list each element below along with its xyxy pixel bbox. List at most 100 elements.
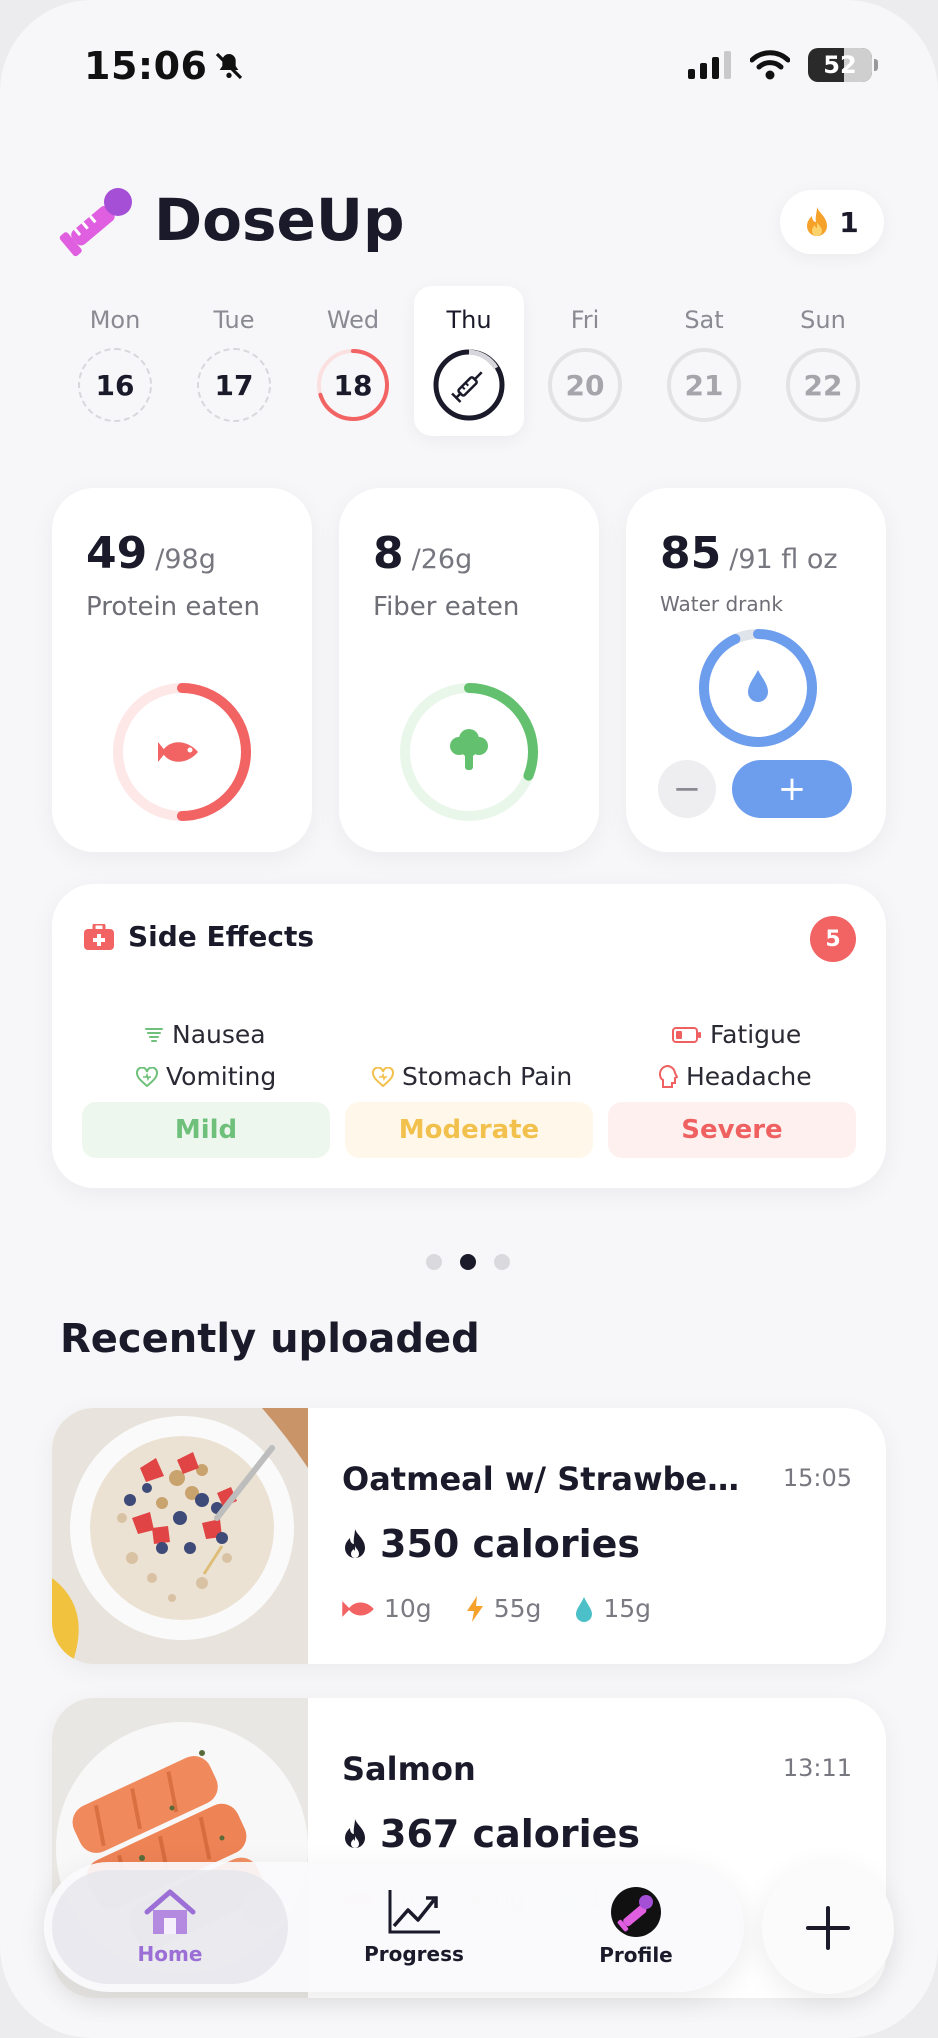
day-date: 17 <box>197 348 271 422</box>
severity-severe[interactable]: Severe <box>608 1102 856 1158</box>
add-button[interactable] <box>762 1862 894 1994</box>
day-fri[interactable]: Fri 20 <box>530 286 640 436</box>
day-date: 16 <box>78 348 152 422</box>
page-dot-active[interactable] <box>460 1254 476 1270</box>
streak-badge[interactable]: 1 <box>780 190 884 254</box>
water-card: 85 /91 fl oz Water drank − + <box>626 488 886 852</box>
flame-icon <box>345 1529 365 1558</box>
side-effects-header: Side Effects <box>84 920 314 953</box>
day-date: 20 <box>548 348 622 422</box>
water-decrease-button[interactable]: − <box>658 760 716 818</box>
page-indicator[interactable] <box>426 1254 510 1270</box>
day-date: 22 <box>786 348 860 422</box>
profile-avatar-icon <box>611 1887 661 1937</box>
plus-icon <box>806 1906 850 1950</box>
macro-carbs: 55g <box>466 1594 542 1623</box>
tornado-icon <box>145 1027 163 1042</box>
app-header: DoseUp 1 <box>54 180 884 266</box>
fish-icon <box>158 742 198 762</box>
macro-value: 10g <box>384 1594 432 1623</box>
wifi-icon <box>750 50 790 80</box>
day-name: Fri <box>570 306 600 334</box>
macro-protein: 10g <box>342 1594 432 1623</box>
page-dot[interactable] <box>494 1254 510 1270</box>
trend-chart-icon <box>388 1890 440 1934</box>
syringe-icon <box>451 371 483 403</box>
nav-progress-label: Progress <box>364 1942 464 1966</box>
battery-level: 52 <box>823 51 857 79</box>
status-icons: 52 <box>688 48 878 82</box>
side-effect-headache: Headache <box>658 1062 812 1091</box>
side-effect-stomach-pain: Stomach Pain <box>372 1062 572 1091</box>
protein-ring <box>113 683 251 821</box>
status-time: 15:06 <box>84 44 245 88</box>
nav-progress[interactable]: Progress <box>334 1862 494 1992</box>
day-name: Tue <box>213 306 255 334</box>
calories-text: 367 calories <box>380 1812 641 1856</box>
water-drop-icon <box>748 670 768 702</box>
fiber-card[interactable]: 8 /26g Fiber eaten <box>339 488 599 852</box>
protein-value: 49 /98g <box>86 528 216 579</box>
fish-icon <box>342 1600 374 1617</box>
water-value: 85 /91 fl oz <box>660 528 838 579</box>
severity-moderate[interactable]: Moderate <box>345 1102 593 1158</box>
meal-name: Oatmeal w/ Strawberri... <box>342 1460 752 1498</box>
meal-macros: 10g 55g 15g <box>342 1594 651 1623</box>
day-name: Wed <box>326 306 380 334</box>
broccoli-icon <box>450 729 488 770</box>
protein-goal: /98g <box>155 544 216 575</box>
fiber-ring <box>400 683 538 821</box>
meal-card-oatmeal[interactable]: Oatmeal w/ Strawberri... 15:05 350 calor… <box>52 1408 886 1664</box>
week-selector: Mon 16 Tue 17 Wed 18 Thu Fri 20 Sat 21 S… <box>60 286 878 436</box>
nav-home-label: Home <box>137 1942 203 1966</box>
protein-label: Protein eaten <box>86 592 261 622</box>
day-tue[interactable]: Tue 17 <box>179 286 289 436</box>
side-effect-label: Headache <box>686 1062 812 1091</box>
protein-card[interactable]: 49 /98g Protein eaten <box>52 488 312 852</box>
side-effects-title: Side Effects <box>128 920 314 953</box>
macro-value: 55g <box>493 1594 542 1623</box>
first-aid-kit-icon <box>84 923 114 950</box>
low-battery-icon <box>672 1026 701 1043</box>
bottom-navigation: Home Progress Profile <box>44 1862 744 1992</box>
clock-text: 15:06 <box>84 44 208 88</box>
day-thu[interactable]: Thu <box>414 286 524 436</box>
meal-calories: 367 calories <box>342 1812 640 1856</box>
drop-icon <box>576 1596 593 1622</box>
nav-profile[interactable]: Profile <box>556 1862 716 1992</box>
water-amount: 85 <box>660 528 722 579</box>
meal-calories: 350 calories <box>342 1522 640 1566</box>
meal-image-oatmeal <box>52 1408 308 1664</box>
app-screen: 15:06 52 DoseUp 1 Mon 16 Tue 17 Wed 18 T… <box>0 0 938 2038</box>
calories-text: 350 calories <box>380 1522 641 1566</box>
fiber-goal: /26g <box>411 544 473 575</box>
day-sat[interactable]: Sat 21 <box>649 286 759 436</box>
meal-time: 13:11 <box>782 1754 852 1782</box>
bell-off-icon <box>216 52 243 80</box>
recently-uploaded-title: Recently uploaded <box>60 1316 480 1362</box>
lightning-icon <box>466 1595 483 1622</box>
macro-fat: 15g <box>575 1594 651 1623</box>
fiber-amount: 8 <box>373 528 404 579</box>
severity-mild[interactable]: Mild <box>82 1102 330 1158</box>
syringe-logo-icon <box>59 188 132 257</box>
home-icon <box>144 1889 196 1934</box>
fiber-value: 8 /26g <box>373 528 472 579</box>
nav-home[interactable]: Home <box>52 1870 288 1984</box>
page-dot[interactable] <box>426 1254 442 1270</box>
flame-icon <box>345 1819 365 1848</box>
side-effect-label: Fatigue <box>710 1020 802 1049</box>
water-increase-button[interactable]: + <box>732 760 852 818</box>
water-goal: /91 fl oz <box>729 544 838 575</box>
fiber-label: Fiber eaten <box>373 592 520 622</box>
day-mon[interactable]: Mon 16 <box>60 286 170 436</box>
water-ring <box>699 629 817 747</box>
protein-amount: 49 <box>86 528 148 579</box>
day-wed[interactable]: Wed 18 <box>298 286 408 436</box>
day-sun[interactable]: Sun 22 <box>768 286 878 436</box>
side-effects-card[interactable]: Side Effects 5 Nausea Fatigue Vomiting S… <box>52 884 886 1188</box>
head-icon <box>658 1064 678 1088</box>
macro-value: 15g <box>603 1594 652 1623</box>
side-effect-vomiting: Vomiting <box>136 1062 276 1091</box>
cellular-signal-icon <box>688 51 731 79</box>
